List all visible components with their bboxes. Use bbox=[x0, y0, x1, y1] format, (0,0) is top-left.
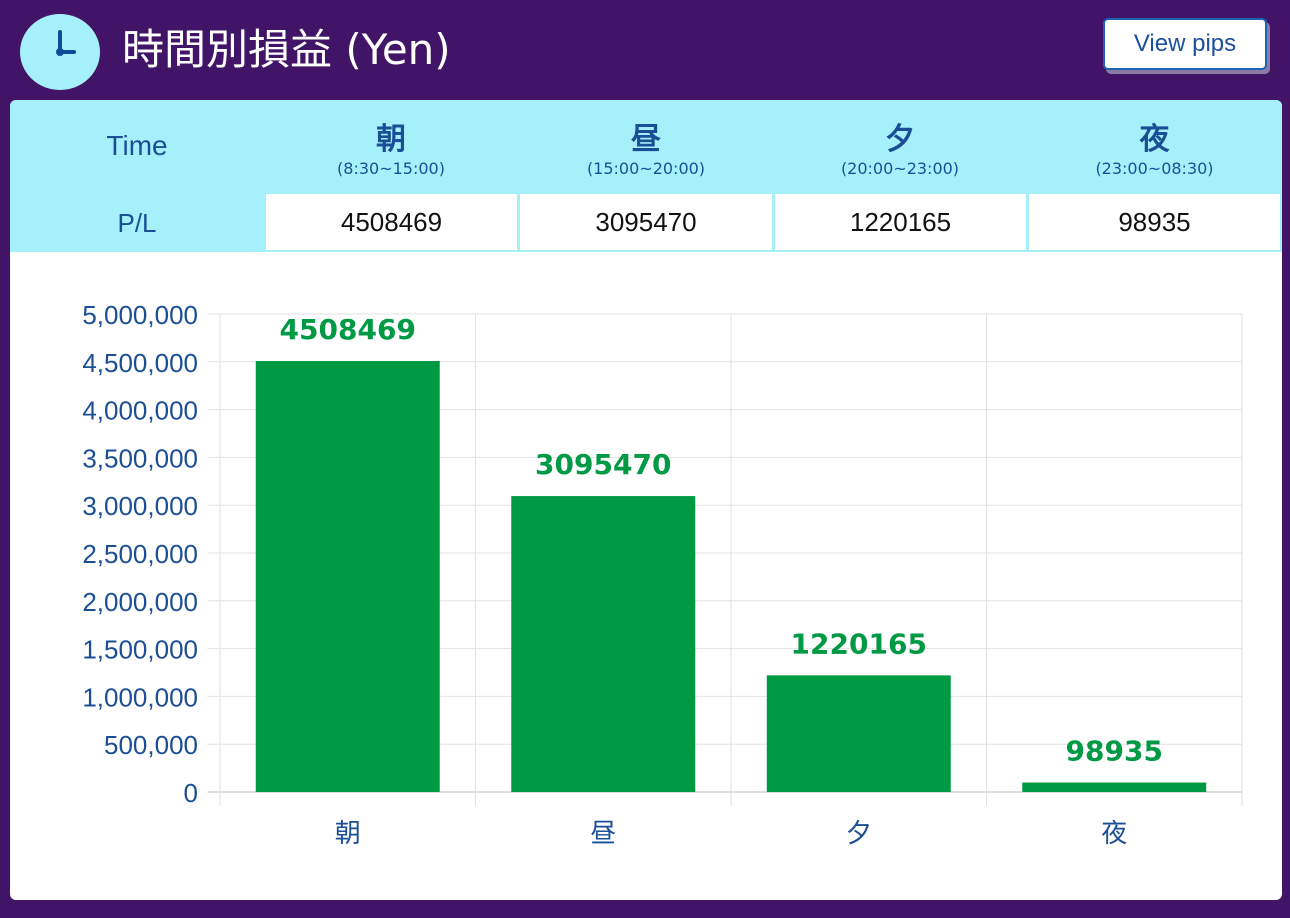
data-label: 4508469 bbox=[280, 313, 416, 346]
y-tick-label: 500,000 bbox=[104, 730, 198, 760]
y-tick-label: 2,500,000 bbox=[82, 539, 198, 569]
bar bbox=[511, 496, 696, 792]
x-tick-label: 朝 bbox=[335, 819, 361, 849]
data-label: 1220165 bbox=[791, 627, 927, 660]
y-tick-label: 1,000,000 bbox=[82, 682, 198, 712]
view-pips-button[interactable]: View pips bbox=[1103, 18, 1267, 70]
clock-icon bbox=[20, 14, 100, 90]
x-tick-label: 夕 bbox=[846, 819, 872, 849]
y-tick-label: 4,000,000 bbox=[82, 396, 198, 426]
pl-bar-chart: 0 500,000 1,000,000 1,500,000 2,000,000 2,500… bbox=[82, 300, 1243, 849]
bar bbox=[766, 675, 951, 792]
y-tick-label: 0 bbox=[184, 778, 198, 808]
y-tick-label: 2,000,000 bbox=[82, 587, 198, 617]
header-bar: 時間別損益 (Yen) View pips bbox=[0, 0, 1290, 100]
y-tick-label: 3,500,000 bbox=[82, 443, 198, 473]
x-tick-label: 夜 bbox=[1101, 819, 1127, 849]
y-tick-label: 1,500,000 bbox=[82, 635, 198, 665]
y-tick-label: 3,000,000 bbox=[82, 491, 198, 521]
data-label: 3095470 bbox=[535, 448, 671, 481]
results-card: Time 朝 (8:30~15:00) 昼 (15:00~20:00) 夕 (2… bbox=[10, 100, 1282, 900]
page-title: 時間別損益 (Yen) bbox=[122, 25, 451, 74]
x-tick-label: 昼 bbox=[590, 819, 616, 849]
data-label: 98935 bbox=[1066, 735, 1163, 768]
y-tick-label: 5,000,000 bbox=[82, 300, 198, 330]
bar bbox=[255, 360, 440, 792]
bar bbox=[1022, 782, 1207, 792]
y-tick-label: 4,500,000 bbox=[82, 348, 198, 378]
